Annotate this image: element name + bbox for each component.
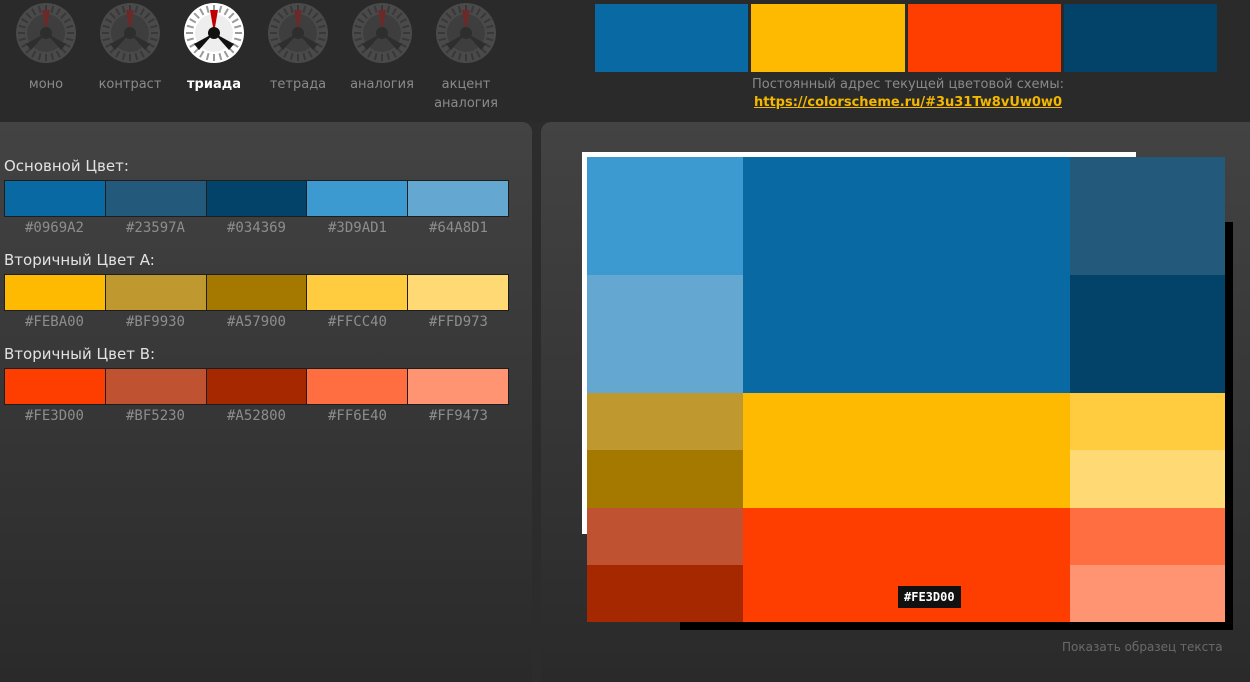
- color-swatch[interactable]: [5, 275, 105, 310]
- scheme-overview-swatches: [595, 4, 1217, 72]
- hex-code: #BF5230: [125, 408, 185, 424]
- color-swatch[interactable]: [105, 181, 206, 216]
- top-bar: моно контраст триада тетрада аналогия акцент …: [0, 0, 1250, 122]
- mode-label: аналогия: [350, 77, 414, 92]
- group-title: Вторичный Цвет A:: [4, 251, 155, 269]
- preview-color-block[interactable]: [1070, 157, 1225, 275]
- permalink-link[interactable]: https://colorscheme.ru/#3u31Tw8vUw0w0: [754, 95, 1062, 110]
- hex-code: #0969A2: [24, 220, 84, 236]
- mode-4[interactable]: аналогия: [337, 0, 427, 94]
- mode-label: акцент аналогия: [434, 77, 498, 111]
- color-swatch[interactable]: [307, 369, 408, 404]
- color-swatch[interactable]: [105, 369, 206, 404]
- hex-code: #FF6E40: [327, 408, 387, 424]
- hex-code: #FEBA00: [24, 314, 84, 330]
- analogy-wheel-icon: [352, 3, 412, 63]
- mode-label: контраст: [98, 77, 162, 92]
- color-preview-grid: [587, 157, 1225, 622]
- color-swatch[interactable]: [5, 181, 105, 216]
- hex-code: #FE3D00: [24, 408, 84, 424]
- mode-3[interactable]: тетрада: [253, 0, 343, 94]
- accent-analogy-wheel-icon: [436, 3, 496, 63]
- mode-0[interactable]: моно: [1, 0, 91, 94]
- mode-label: триада: [187, 77, 241, 92]
- color-swatch[interactable]: [408, 369, 508, 404]
- mono-wheel-icon: [16, 3, 76, 63]
- mode-1[interactable]: контраст: [85, 0, 175, 94]
- mode-label: тетрада: [269, 77, 327, 92]
- group-title: Основной Цвет:: [4, 157, 129, 175]
- preview-color-block[interactable]: [1070, 565, 1225, 622]
- preview-color-block[interactable]: [1070, 393, 1225, 450]
- hex-code: #A52800: [226, 408, 286, 424]
- hex-code: #FF9473: [428, 408, 488, 424]
- preview-color-block[interactable]: [743, 393, 1070, 508]
- hex-code-row: #FEBA00 #BF9930 #A57900 #FFCC40 #FFD973: [4, 314, 509, 330]
- hex-code-row: #FE3D00 #BF5230 #A52800 #FF6E40 #FF9473: [4, 408, 509, 424]
- color-swatch[interactable]: [206, 369, 307, 404]
- hex-code: #A57900: [226, 314, 286, 330]
- color-swatch[interactable]: [408, 275, 508, 310]
- color-swatch[interactable]: [206, 181, 307, 216]
- show-sample-text-link[interactable]: Показать образец текста: [1062, 640, 1223, 654]
- hex-code: #3D9AD1: [327, 220, 387, 236]
- color-swatch[interactable]: [105, 275, 206, 310]
- preview-color-block[interactable]: [587, 157, 743, 275]
- color-hex-tooltip: #FE3D00: [898, 586, 961, 608]
- mode-2[interactable]: триада: [169, 0, 259, 94]
- hex-code: #FFCC40: [327, 314, 387, 330]
- preview-color-block[interactable]: [587, 275, 743, 393]
- color-swatch[interactable]: [206, 275, 307, 310]
- color-swatch[interactable]: [307, 181, 408, 216]
- preview-color-block[interactable]: [587, 450, 743, 508]
- hex-code: #23597A: [125, 220, 185, 236]
- color-swatch-row: [4, 368, 509, 405]
- permalink: https://colorscheme.ru/#3u31Tw8vUw0w0: [595, 95, 1221, 110]
- tetrad-wheel-icon: [268, 3, 328, 63]
- hex-code: #64A8D1: [428, 220, 488, 236]
- preview-color-block[interactable]: [743, 157, 1070, 393]
- mode-5[interactable]: акцент аналогия: [421, 0, 511, 113]
- triad-wheel-icon: [184, 3, 244, 63]
- scheme-swatch[interactable]: [907, 4, 1061, 72]
- color-swatch-row: [4, 180, 509, 217]
- hex-code: #FFD973: [428, 314, 488, 330]
- permalink-caption: Постоянный адрес текущей цветовой схемы:: [751, 77, 1064, 92]
- group-title: Вторичный Цвет B:: [4, 345, 156, 363]
- preview-color-block[interactable]: [587, 393, 743, 450]
- hex-code: #034369: [226, 220, 286, 236]
- preview-color-block[interactable]: [1070, 275, 1225, 393]
- contrast-wheel-icon: [100, 3, 160, 63]
- scheme-swatch[interactable]: [751, 4, 905, 72]
- preview-color-block[interactable]: [587, 565, 743, 622]
- preview-color-block[interactable]: [587, 508, 743, 565]
- hex-code-row: #0969A2 #23597A #034369 #3D9AD1 #64A8D1: [4, 220, 509, 236]
- color-swatch-row: [4, 274, 509, 311]
- color-swatch[interactable]: [307, 275, 408, 310]
- scheme-swatch[interactable]: [595, 4, 749, 72]
- color-swatch[interactable]: [5, 369, 105, 404]
- preview-color-block[interactable]: [1070, 450, 1225, 508]
- mode-label: моно: [28, 77, 64, 92]
- scheme-swatch[interactable]: [1063, 4, 1217, 72]
- color-swatch[interactable]: [408, 181, 508, 216]
- preview-color-block[interactable]: [1070, 508, 1225, 565]
- hex-code: #BF9930: [125, 314, 185, 330]
